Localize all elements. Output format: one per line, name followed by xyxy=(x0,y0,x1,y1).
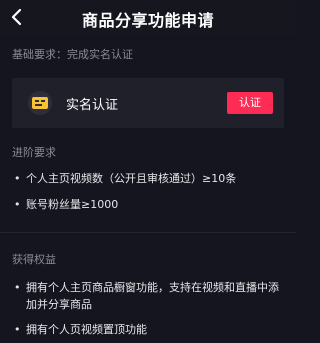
advanced-requirement-label: 进阶要求 xyxy=(12,146,56,159)
divider xyxy=(0,232,296,233)
bullet-dot: • xyxy=(14,172,21,185)
benefit-item-pin-video: 拥有个人页视频置顶功能 xyxy=(26,323,147,336)
benefit-item-showcase: 拥有个人主页商品橱窗功能，支持在视频和直播中添加并分享商品 xyxy=(26,281,279,311)
verify-button[interactable]: 认证 xyxy=(227,92,273,114)
benefits-label: 获得权益 xyxy=(12,253,56,266)
list-item: • 拥有个人页视频置顶功能 xyxy=(14,321,284,338)
list-item: • 拥有个人主页商品橱窗功能，支持在视频和直播中添加并分享商品 xyxy=(14,279,284,313)
basic-requirement-label: 基础要求：完成实名认证 xyxy=(12,48,133,61)
page-title: 商品分享功能申请 xyxy=(81,11,214,30)
top-bar: 商品分享功能申请 xyxy=(0,0,296,36)
list-item: • 个人主页视频数（公开且审核通过）≥10条 xyxy=(14,170,284,187)
advanced-item-followers: 账号粉丝量≥1000 xyxy=(26,198,119,211)
id-card-icon xyxy=(28,91,52,115)
list-item: • 账号粉丝量≥1000 xyxy=(14,196,284,213)
real-name-verify-label: 实名认证 xyxy=(66,98,119,113)
bullet-dot: • xyxy=(14,198,21,211)
bullet-dot: • xyxy=(14,281,21,294)
advanced-item-video-count: 个人主页视频数（公开且审核通过）≥10条 xyxy=(26,172,237,185)
real-name-verify-card: 实名认证 认证 xyxy=(12,78,284,128)
bullet-dot: • xyxy=(14,323,21,336)
